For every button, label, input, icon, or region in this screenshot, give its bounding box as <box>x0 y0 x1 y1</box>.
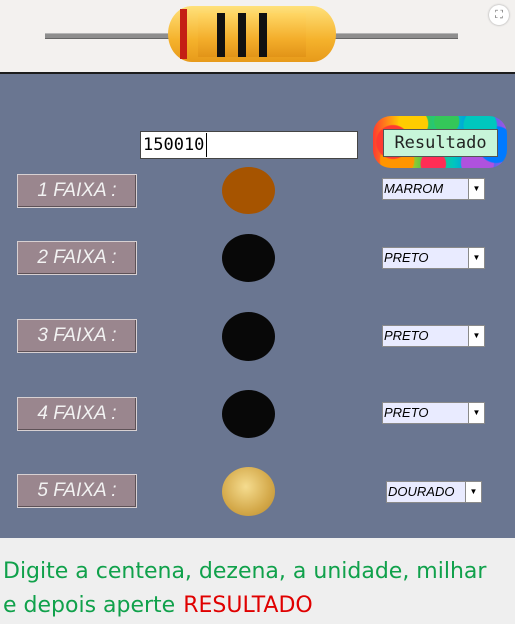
resistor-lead-right <box>330 33 458 39</box>
band-2-color-swatch <box>222 234 275 282</box>
band-5-button[interactable]: 5 FAIXA : <box>17 474 137 508</box>
band-5-color-swatch <box>222 467 275 516</box>
chevron-down-icon: ▼ <box>468 179 484 199</box>
band-3-button[interactable]: 3 FAIXA : <box>17 319 137 353</box>
band-1-color-swatch <box>222 167 275 214</box>
chevron-down-icon: ▼ <box>468 248 484 268</box>
band-3-color-select[interactable]: PRETO ▼ <box>382 325 485 347</box>
band-5-color-select[interactable]: DOURADO ▼ <box>386 481 482 503</box>
instructions-line-2-prefix: e depois aperte <box>3 593 176 618</box>
band-2-color-select[interactable]: PRETO ▼ <box>382 247 485 269</box>
expand-icon[interactable]: ⛶ <box>489 5 509 25</box>
band-5-selected-color: DOURADO <box>388 484 455 499</box>
chevron-down-icon: ▼ <box>465 482 481 502</box>
band-1-button[interactable]: 1 FAIXA : <box>17 174 137 208</box>
resistor-band-3 <box>238 13 246 57</box>
resistor-body-center <box>198 13 306 57</box>
band-3-color-swatch <box>222 312 275 361</box>
resistance-value-input[interactable]: 150010 <box>140 131 358 159</box>
resistor-lead-left <box>45 33 175 39</box>
band-1-selected-color: MARROM <box>384 181 444 196</box>
band-3-selected-color: PRETO <box>384 328 429 343</box>
band-4-color-select[interactable]: PRETO ▼ <box>382 402 485 424</box>
band-4-button[interactable]: 4 FAIXA : <box>17 397 137 431</box>
resistor-band-4 <box>259 13 267 57</box>
band-1-color-select[interactable]: MARROM ▼ <box>382 178 485 200</box>
chevron-down-icon: ▼ <box>468 403 484 423</box>
band-4-selected-color: PRETO <box>384 405 429 420</box>
instructions-line-2: e depois aperte RESULTADO <box>3 589 313 623</box>
result-button[interactable]: Resultado <box>383 129 498 157</box>
band-4-color-swatch <box>222 390 275 438</box>
resistor-band-1 <box>180 9 187 59</box>
band-2-selected-color: PRETO <box>384 250 429 265</box>
instructions-highlight: RESULTADO <box>183 593 313 618</box>
band-2-button[interactable]: 2 FAIXA : <box>17 241 137 275</box>
resistance-value-text: 150010 <box>143 135 205 155</box>
instructions-line-1: Digite a centena, dezena, a unidade, mil… <box>3 559 487 584</box>
chevron-down-icon: ▼ <box>468 326 484 346</box>
text-cursor <box>206 133 208 157</box>
resistor-header: ⛶ <box>0 0 515 74</box>
resistor-band-2 <box>217 13 225 57</box>
